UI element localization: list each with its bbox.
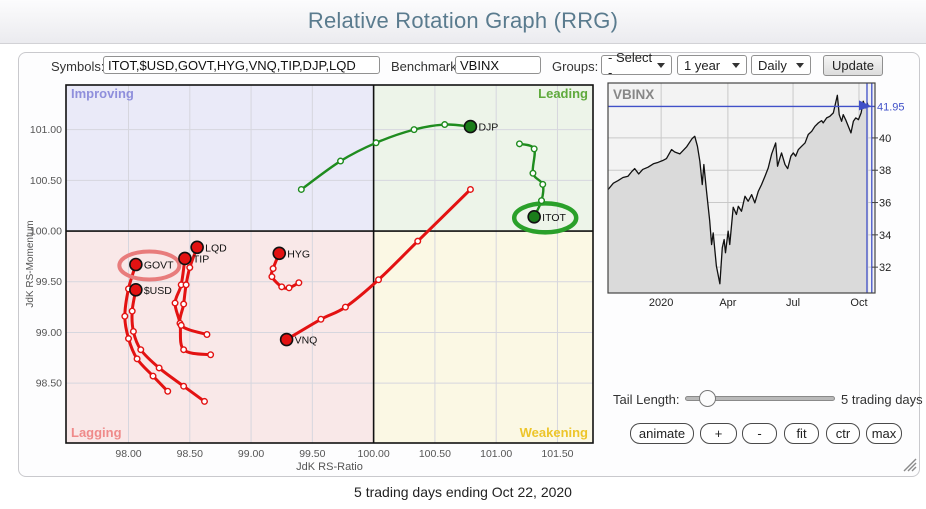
period-select[interactable]: 1 year [677,55,747,75]
svg-text:41.95: 41.95 [877,101,905,113]
rrg-chart[interactable]: DJP ITOT GOVT $USD TIPLQD HYG VNQ Improving Lead… [24,78,604,480]
svg-text:Leading: Leading [538,86,588,101]
benchmark-label: Benchmark: [391,59,461,74]
groups-select[interactable]: - Select - [601,50,672,80]
svg-text:100.50: 100.50 [419,448,451,460]
update-button[interactable]: Update [823,55,883,76]
page-title: Relative Rotation Graph (RRG) [307,8,619,33]
groups-select-value: - Select - [608,50,653,80]
svg-text:101.00: 101.00 [30,124,62,136]
svg-text:34: 34 [879,230,891,242]
chevron-down-icon [657,62,665,68]
svg-text:DJP: DJP [478,122,498,134]
svg-text:JdK RS-Ratio: JdK RS-Ratio [296,461,363,473]
svg-text:Oct: Oct [850,297,867,309]
symbols-input[interactable] [103,56,380,74]
svg-text:JdK RS-Momentum: JdK RS-Momentum [25,220,36,307]
max-button[interactable]: max [866,423,902,444]
chevron-down-icon [732,62,740,68]
svg-text:99.50: 99.50 [299,448,325,460]
benchmark-input[interactable] [455,56,541,74]
period-select-value: 1 year [684,57,721,73]
svg-text:100.50: 100.50 [30,175,62,187]
zoom-in-button[interactable]: + [700,423,737,444]
svg-text:98.50: 98.50 [36,378,62,390]
tail-length-label: Tail Length: [613,392,680,407]
svg-text:TIP: TIP [193,253,209,265]
svg-text:VNQ: VNQ [295,335,318,347]
resize-handle[interactable] [900,456,920,474]
svg-text:GOVT: GOVT [144,260,174,272]
svg-text:Apr: Apr [719,297,736,309]
zoom-out-button[interactable]: - [742,423,777,444]
svg-text:$USD: $USD [144,285,172,297]
symbols-label: Symbols: [51,59,105,74]
groups-label: Groups: [552,59,599,74]
svg-text:32: 32 [879,262,891,274]
fit-button[interactable]: fit [784,423,819,444]
svg-text:101.50: 101.50 [541,448,573,460]
svg-text:Jul: Jul [786,297,800,309]
svg-text:VBINX: VBINX [613,87,654,102]
center-button[interactable]: ctr [826,423,860,444]
svg-text:99.00: 99.00 [238,448,264,460]
chevron-down-icon [796,62,804,68]
svg-text:38: 38 [879,165,891,177]
svg-text:Lagging: Lagging [71,425,122,440]
frequency-select[interactable]: Daily [751,55,811,75]
benchmark-price-chart: 41.95 32 34 36 38 40 2020 Apr Jul Oct VBINX [607,82,905,309]
footer-caption: 5 trading days ending Oct 22, 2020 [354,484,572,500]
svg-text:LQD: LQD [205,242,227,254]
animate-button[interactable]: animate [630,423,694,444]
svg-text:101.00: 101.00 [480,448,512,460]
svg-text:99.50: 99.50 [36,276,62,288]
app-header: Relative Rotation Graph (RRG) [0,0,926,44]
svg-text:36: 36 [879,198,891,210]
frequency-select-value: Daily [758,57,787,73]
svg-text:Weakening: Weakening [520,425,588,440]
svg-text:98.50: 98.50 [177,448,203,460]
svg-text:100.00: 100.00 [358,448,390,460]
svg-text:ITOT: ITOT [542,212,566,224]
svg-text:Improving: Improving [71,86,134,101]
tail-length-value: 5 trading days [841,392,923,407]
svg-text:HYG: HYG [287,248,310,260]
svg-text:99.00: 99.00 [36,327,62,339]
svg-text:2020: 2020 [649,297,673,309]
svg-text:40: 40 [879,133,891,145]
svg-text:98.00: 98.00 [115,448,141,460]
